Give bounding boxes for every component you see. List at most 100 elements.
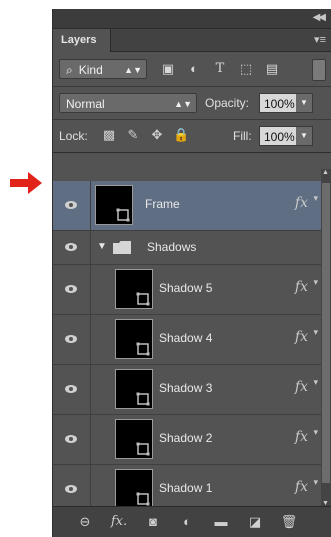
panel-title-bar: ◀◀ [53,9,331,29]
scroll-up-arrow-icon[interactable]: ▲ [322,169,329,176]
new-adjustment-layer-icon[interactable]: ◐ [177,514,197,530]
visibility-cell [53,415,91,464]
expand-effects-icon[interactable]: ▾ [313,327,318,338]
chevron-updown-icon: ▲▼ [124,65,142,75]
layer-group-shadows[interactable]: ▼ Shadows [53,231,331,265]
smart-object-badge-icon [136,342,150,356]
delete-layer-trash-icon[interactable]: 🗑 [279,514,299,530]
eye-visibility-icon[interactable] [64,433,78,445]
add-layer-style-icon[interactable]: fx. [109,514,129,530]
layer-thumbnail [115,319,153,359]
layer-name[interactable]: Shadow 5 [159,281,212,295]
folder-icon [113,241,131,254]
smart-object-badge-icon [136,392,150,406]
eye-visibility-icon[interactable] [64,241,78,253]
visibility-cell [53,365,91,414]
type-layer-filter-icon[interactable]: T [211,60,229,78]
layer-name[interactable]: Shadow 1 [159,481,212,495]
layer-row-shadow-2[interactable]: Shadow 2 fx ▾ [53,415,331,465]
panel-menu-icon[interactable]: ▾≡ [314,33,326,46]
chevron-updown-icon: ▲▼ [174,99,192,109]
layer-effects-icon[interactable]: fx [295,479,308,495]
opacity-field[interactable]: 100% ▼ [259,93,313,113]
smart-object-badge-icon [116,208,130,222]
chevron-down-icon[interactable]: ▼ [296,127,312,145]
tab-layers[interactable]: Layers [53,29,111,52]
lock-transparent-pixels-icon[interactable]: ▩ [101,127,117,143]
layer-name[interactable]: Shadow 4 [159,331,212,345]
expand-effects-icon[interactable]: ▾ [313,193,318,204]
blend-row: Normal ▲▼ Opacity: 100% ▼ [53,87,331,120]
add-layer-mask-icon[interactable]: ◙ [143,514,163,530]
layer-effects-icon[interactable]: fx [295,329,308,345]
smart-object-badge-icon [136,492,150,506]
adjustment-layer-filter-icon[interactable]: ◐ [185,60,203,78]
layer-name[interactable]: Shadow 2 [159,431,212,445]
lock-position-move-icon[interactable]: ✥ [149,127,165,143]
layer-name[interactable]: Shadow 3 [159,381,212,395]
fill-label: Fill: [233,129,252,143]
layer-name[interactable]: Frame [145,197,180,211]
shape-layer-filter-icon[interactable]: ⬚ [237,60,255,78]
smart-object-badge-icon [136,442,150,456]
link-layers-icon[interactable]: ⊖ [75,514,95,530]
opacity-value: 100% [264,97,295,111]
layer-row-shadow-3[interactable]: Shadow 3 fx ▾ [53,365,331,415]
group-name[interactable]: Shadows [147,240,196,254]
layer-thumbnail [115,469,153,509]
layer-thumbnail [115,369,153,409]
expand-effects-icon[interactable]: ▾ [313,277,318,288]
fill-field[interactable]: 100% ▼ [259,126,313,146]
lock-image-pixels-brush-icon[interactable]: ✎ [125,127,141,143]
pixel-layer-filter-icon[interactable]: ▣ [159,60,177,78]
layer-row-shadow-5[interactable]: Shadow 5 fx ▾ [53,265,331,315]
lock-row: Lock: ▩ ✎ ✥ 🔒 Fill: 100% ▼ [53,120,331,153]
eye-visibility-icon[interactable] [64,483,78,495]
layers-bottom-toolbar: ⊖ fx. ◙ ◐ ▬ ◪ 🗑 [53,506,331,537]
filter-toggle-switch[interactable] [312,59,326,81]
layers-panel: ◀◀ Layers ▾≡ ⌕ Kind ▲▼ ▣ ◐ T ⬚ ▤ Normal ▲… [52,9,331,537]
blend-mode-value: Normal [66,97,105,111]
layer-effects-icon[interactable]: fx [295,279,308,295]
lock-label: Lock: [59,129,88,143]
panel-tab-row: Layers ▾≡ [53,29,331,52]
smart-object-badge-icon [136,292,150,306]
filter-kind-label: Kind [78,63,103,77]
layer-thumbnail [115,269,153,309]
fill-value: 100% [264,130,295,144]
smart-object-filter-icon[interactable]: ▤ [263,60,281,78]
eye-visibility-icon[interactable] [64,199,78,211]
layer-effects-icon[interactable]: fx [295,195,308,211]
eye-visibility-icon[interactable] [64,333,78,345]
chevron-down-icon[interactable]: ▼ [296,94,312,112]
red-arrow-pointer-icon [10,172,42,194]
filter-kind-select[interactable]: ⌕ Kind ▲▼ [59,59,147,79]
scrollbar-thumb[interactable] [322,183,330,483]
filter-row: ⌕ Kind ▲▼ ▣ ◐ T ⬚ ▤ [53,52,331,87]
layer-effects-icon[interactable]: fx [295,379,308,395]
opacity-label: Opacity: [205,96,250,110]
visibility-cell [53,265,91,314]
new-group-folder-icon[interactable]: ▬ [211,514,231,530]
layer-row-shadow-4[interactable]: Shadow 4 fx ▾ [53,315,331,365]
collapse-panel-icon[interactable]: ◀◀ [313,12,326,23]
lock-all-padlock-icon[interactable]: 🔒 [173,127,189,143]
layer-thumbnail [95,185,133,225]
layer-thumbnail [115,419,153,459]
visibility-cell [53,315,91,364]
visibility-cell [53,231,91,264]
group-expand-triangle-icon[interactable]: ▼ [97,241,107,252]
expand-effects-icon[interactable]: ▾ [313,377,318,388]
search-icon: ⌕ [66,63,73,77]
layer-row-frame[interactable]: Frame fx ▾ [53,181,331,231]
layer-effects-icon[interactable]: fx [295,429,308,445]
expand-effects-icon[interactable]: ▾ [313,477,318,488]
layers-scrollbar[interactable]: ▲ ▼ [321,169,331,509]
blend-mode-select[interactable]: Normal ▲▼ [59,93,197,113]
visibility-cell [53,181,91,230]
eye-visibility-icon[interactable] [64,383,78,395]
new-layer-icon[interactable]: ◪ [245,514,265,530]
eye-visibility-icon[interactable] [64,283,78,295]
expand-effects-icon[interactable]: ▾ [313,427,318,438]
layers-list: Frame fx ▾ ▼ Shadows Shadow 5 fx ▾ Shado… [53,181,331,537]
